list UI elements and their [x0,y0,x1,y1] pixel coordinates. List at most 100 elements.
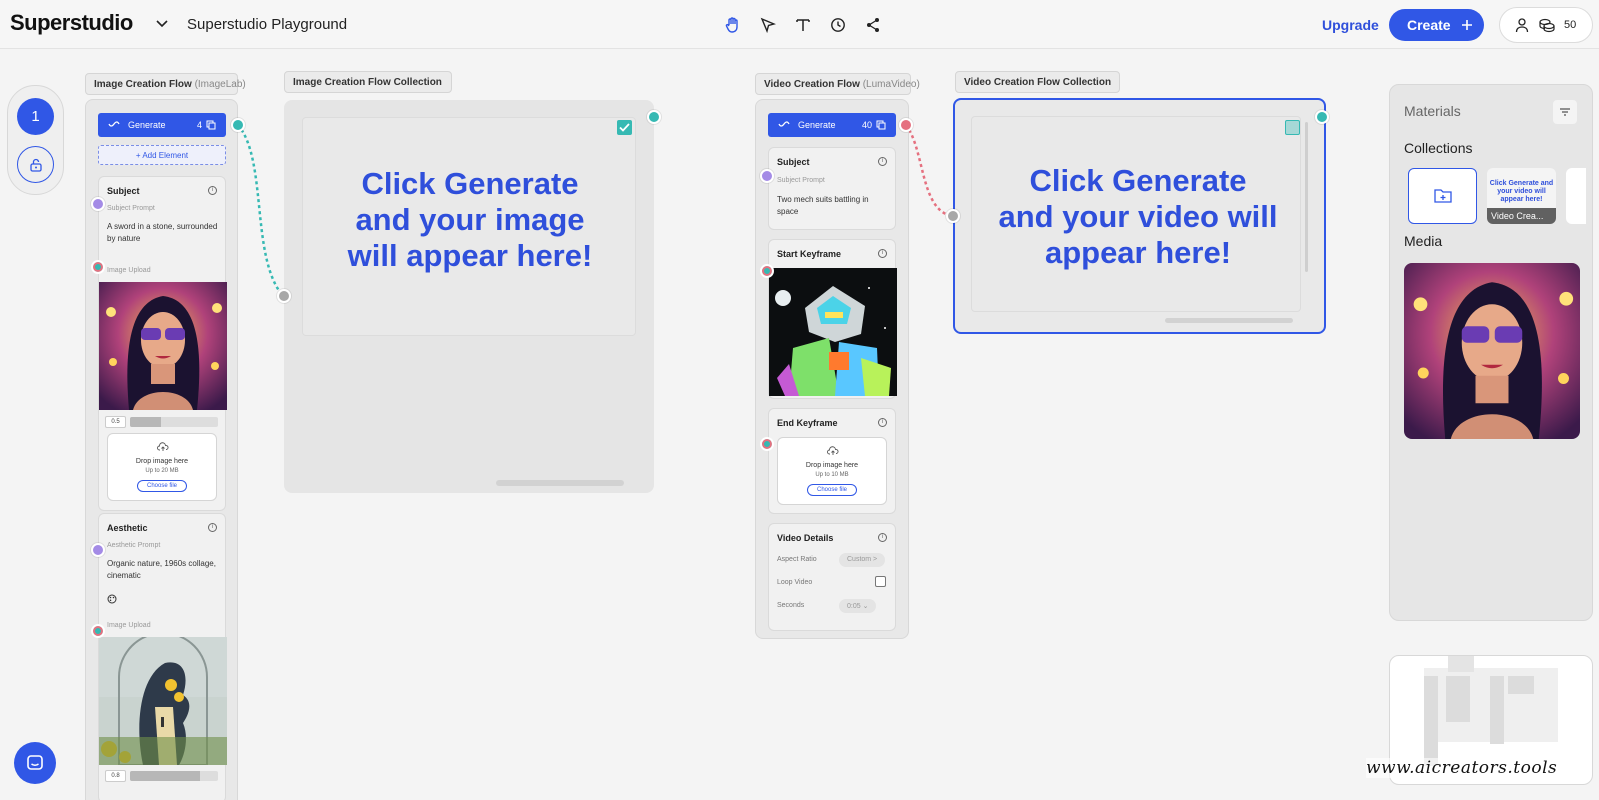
loop-video-checkbox[interactable] [875,576,886,587]
select-checkbox[interactable] [617,120,632,135]
drop-text: Drop image here [805,462,859,469]
end-keyframe-dropzone[interactable]: Drop image here Up to 10 MB Choose file [777,437,887,505]
image-aesthetic-strength-slider[interactable] [130,771,218,781]
palette-icon[interactable] [107,594,117,604]
video-generate-button[interactable]: Generate 40 [768,113,896,137]
step-rail: 1 [7,85,64,195]
image-subject-upload-label: Image Upload [107,267,151,274]
input-port[interactable] [91,543,105,557]
input-port[interactable] [91,197,105,211]
seconds-select[interactable]: 0:05 ⌄ [839,599,877,613]
wave-icon [108,121,120,127]
aspect-ratio-select[interactable]: Custom > [839,553,886,567]
subject-reference-image[interactable] [99,282,227,410]
choose-file-button[interactable]: Choose file [806,484,858,496]
chevron-down-icon[interactable] [155,16,169,30]
video-generate-count: 40 [861,120,872,130]
text-icon[interactable] [792,14,813,35]
info-icon[interactable]: i [208,186,217,195]
collection-thumbnail[interactable]: Click Generate and your video will appea… [1487,168,1556,224]
create-button-label: Create [1407,17,1451,33]
input-port[interactable] [760,264,774,278]
info-icon[interactable]: i [878,418,887,427]
image-subject-prompt-input[interactable]: A sword in a stone, surrounded by nature [107,221,219,245]
image-flow-label-sub: (ImageLab) [194,79,246,90]
image-aesthetic-upload-label: Image Upload [107,622,151,629]
chat-icon [27,755,43,770]
image-subject-strength-slider[interactable] [130,417,218,427]
plus-icon [1461,20,1472,30]
video-collection-label[interactable]: Video Creation Flow Collection [955,71,1120,93]
image-aesthetic-prompt-input[interactable]: Organic nature, 1960s collage, cinematic [107,558,219,582]
collection-thumbnail-caption: Video Crea... [1487,208,1556,224]
media-thumbnail[interactable] [1404,263,1580,439]
media-heading: Media [1404,233,1443,249]
info-icon[interactable]: i [878,249,887,258]
input-port[interactable] [91,260,105,274]
coins-icon [1539,18,1555,33]
image-flow-label[interactable]: Image Creation Flow (ImageLab) [85,73,246,95]
image-aesthetic-strength-value[interactable]: 0.8 [105,770,126,782]
output-port[interactable] [231,118,245,132]
vertical-scrollbar[interactable] [1305,122,1308,272]
account-menu[interactable]: 50 [1499,7,1593,43]
info-icon[interactable]: i [878,533,887,542]
start-keyframe-title: Start Keyframe [777,249,842,259]
info-icon[interactable]: i [878,157,887,166]
output-port[interactable] [1315,110,1329,124]
output-port[interactable] [647,110,661,124]
image-generate-label: Generate [128,120,166,130]
info-icon[interactable]: i [208,523,217,532]
video-flow-label[interactable]: Video Creation Flow (LumaVideo) [755,73,920,95]
watermark-text: www.aicreators.tools [1366,758,1558,778]
video-subject-prompt-input[interactable]: Two mech suits battling in space [777,194,889,218]
horizontal-scrollbar[interactable] [1165,318,1293,323]
video-subject-card: Subject i Subject Prompt Two mech suits … [768,147,896,230]
brand-logo[interactable]: Superstudio [10,10,133,36]
copy-icon [876,120,886,130]
hand-icon[interactable] [722,14,743,35]
horizontal-scrollbar[interactable] [496,480,624,486]
image-aesthetic-prompt-label: Aesthetic Prompt [107,542,161,549]
input-port[interactable] [760,437,774,451]
image-dropzone[interactable]: Drop image here Up to 20 MB Choose file [107,433,217,501]
collection-thumbnail-text: Click Generate and your video will appea… [1489,180,1554,203]
input-port[interactable] [760,169,774,183]
image-generate-button[interactable]: Generate 4 [98,113,226,137]
unlock-button[interactable] [17,146,54,183]
image-aesthetic-title: Aesthetic [107,523,148,533]
share-icon[interactable] [862,14,883,35]
filter-button[interactable] [1553,100,1577,124]
start-keyframe-image[interactable] [769,268,897,396]
project-title[interactable]: Superstudio Playground [187,16,347,33]
select-checkbox[interactable] [1285,120,1300,135]
output-port[interactable] [899,118,913,132]
filter-icon [1560,108,1570,116]
new-collection-button[interactable] [1408,168,1477,224]
clock-icon[interactable] [827,14,848,35]
choose-file-button[interactable]: Choose file [136,480,188,492]
input-port[interactable] [946,209,960,223]
image-collection-label[interactable]: Image Creation Flow Collection [284,71,452,93]
image-subject-strength-value[interactable]: 0.5 [105,416,126,428]
chat-button[interactable] [14,742,56,784]
copy-icon [206,120,216,130]
image-subject-title: Subject [107,186,140,196]
upgrade-link[interactable]: Upgrade [1322,17,1379,33]
cloud-upload-icon [157,442,169,451]
create-button[interactable]: Create [1389,9,1484,41]
input-port[interactable] [277,289,291,303]
user-icon[interactable] [1514,17,1530,33]
add-element-button[interactable]: + Add Element [98,145,226,165]
video-collection-node[interactable]: Click Generate and your video will appea… [953,98,1326,334]
collections-heading: Collections [1404,140,1473,156]
collection-thumbnail[interactable] [1566,168,1586,224]
input-port[interactable] [91,624,105,638]
pointer-icon[interactable] [757,14,778,35]
aesthetic-reference-image[interactable] [99,637,227,765]
cloud-upload-icon [827,446,839,455]
video-generate-label: Generate [798,120,836,130]
step-number-button[interactable]: 1 [17,98,54,135]
video-collection-placeholder: Click Generate and your video will appea… [971,116,1301,312]
video-details-card: Video Details i Aspect Ratio Custom > Lo… [768,523,896,631]
